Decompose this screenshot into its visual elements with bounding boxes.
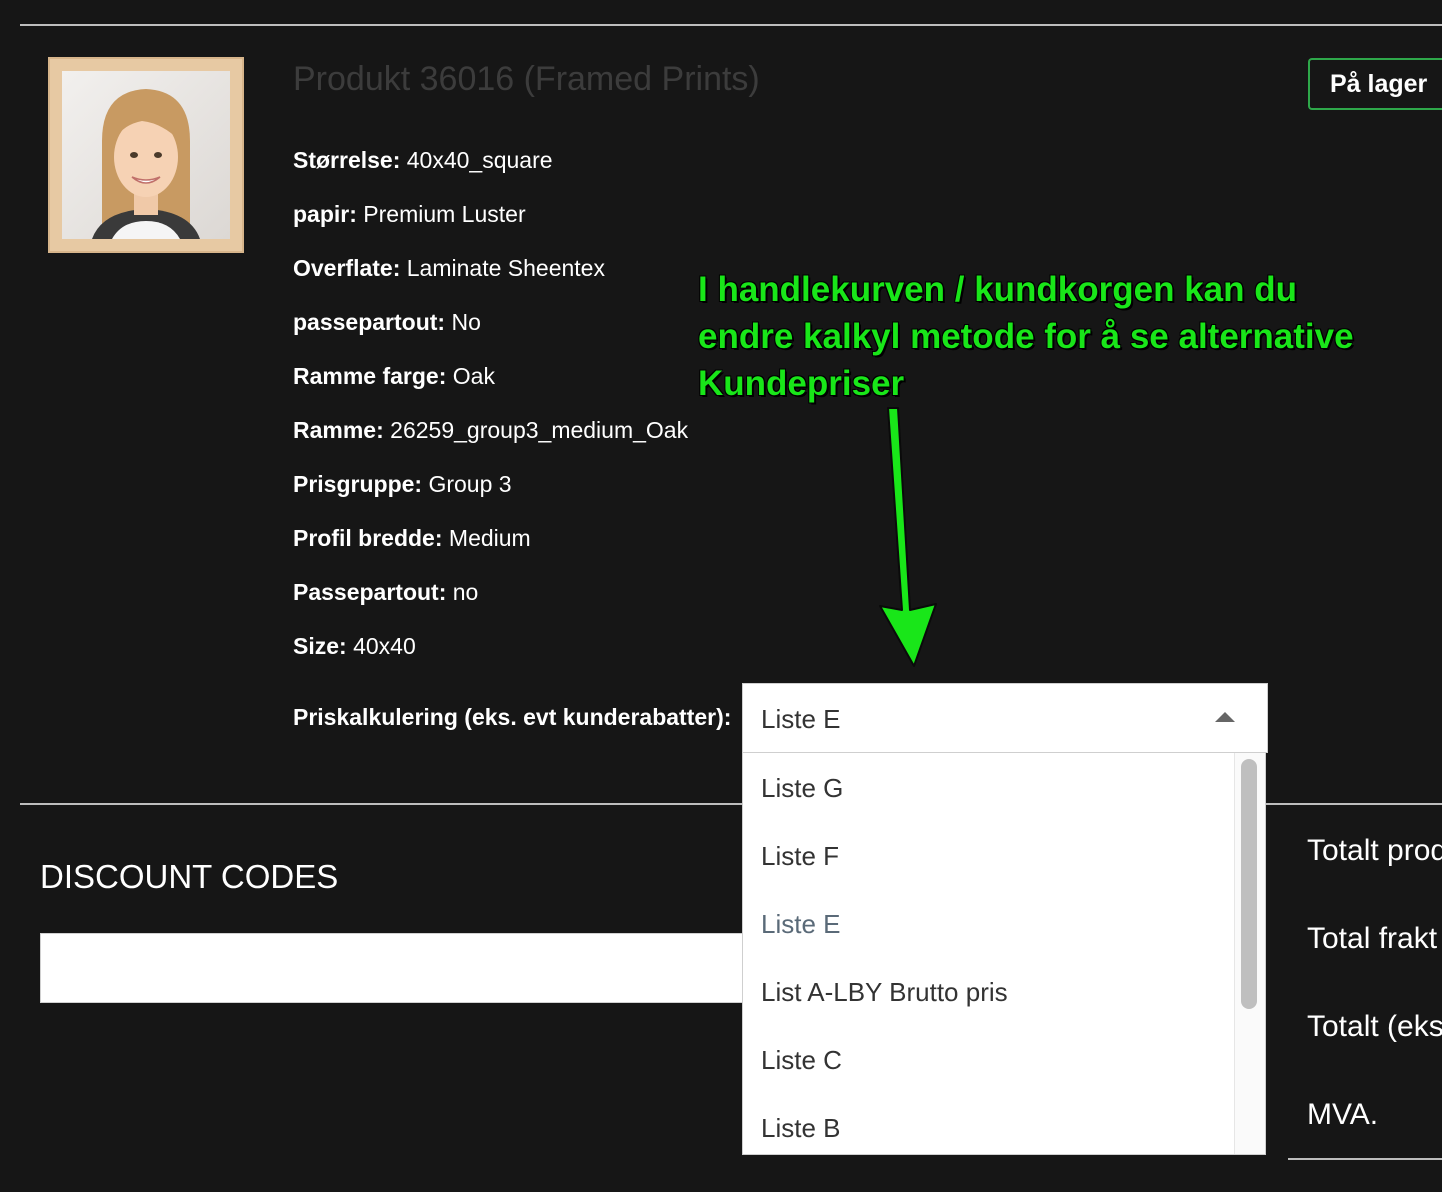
scrollbar-thumb[interactable] (1241, 759, 1257, 1009)
attribute-value: Premium Luster (363, 201, 526, 227)
attribute-value: 40x40 (353, 633, 416, 659)
dropdown-option-liste-f[interactable]: Liste F (761, 841, 839, 872)
attribute-size-2: Size: 40x40 (293, 633, 416, 660)
total-shipping-label: Total frakt (1307, 922, 1438, 955)
stock-status-badge: På lager (1308, 58, 1442, 110)
price-list-select[interactable]: Liste E (742, 683, 1268, 753)
caret-up-icon (1215, 712, 1235, 722)
vat-label: MVA. (1307, 1098, 1379, 1131)
attribute-value: Oak (452, 363, 495, 389)
attribute-label: Profil bredde: (293, 525, 443, 551)
portrait-image (62, 71, 230, 239)
total-products-label: Totalt prod (1307, 834, 1442, 867)
annotation-line: endre kalkyl metode for å se alternative (698, 317, 1354, 356)
attribute-value: Group 3 (428, 471, 512, 497)
product-thumbnail[interactable] (48, 57, 244, 253)
attribute-passepartout: passepartout: No (293, 309, 481, 336)
dropdown-option-liste-e[interactable]: Liste E (761, 909, 841, 940)
attribute-frame-color: Ramme farge: Oak (293, 363, 495, 390)
attribute-label: Ramme: (293, 417, 384, 443)
attribute-label: Prisgruppe: (293, 471, 423, 497)
attribute-paper: papir: Premium Luster (293, 201, 526, 228)
attribute-value: Medium (448, 525, 531, 551)
attribute-label: Size: (293, 633, 347, 659)
section-divider-right (1266, 803, 1442, 805)
top-divider (20, 24, 1442, 26)
attribute-label: papir: (293, 201, 357, 227)
discount-codes-title: DISCOUNT CODES (40, 858, 339, 895)
total-ex-vat-label: Totalt (eks (1307, 1010, 1442, 1043)
discount-code-input[interactable] (40, 933, 744, 1003)
attribute-value: Laminate Sheentex (406, 255, 605, 281)
totals-divider (1288, 1158, 1442, 1160)
attribute-price-group: Prisgruppe: Group 3 (293, 471, 512, 498)
attribute-surface: Overflate: Laminate Sheentex (293, 255, 605, 282)
attribute-value: no (452, 579, 479, 605)
attribute-value: No (451, 309, 481, 335)
attribute-value: 26259_group3_medium_Oak (390, 417, 689, 443)
attribute-label: Ramme farge: (293, 363, 447, 389)
selected-price-list: Liste E (761, 704, 841, 734)
annotation-line: I handlekurven / kundkorgen kan du (698, 270, 1297, 309)
attribute-value: 40x40_square (406, 147, 553, 173)
section-divider-left (20, 803, 742, 805)
dropdown-option-list-a-lby[interactable]: List A-LBY Brutto pris (761, 977, 1008, 1008)
dropdown-option-liste-c[interactable]: Liste C (761, 1045, 842, 1076)
attribute-label: Passepartout: (293, 579, 447, 605)
annotation-line: Kundepriser (698, 364, 905, 403)
dropdown-option-liste-b[interactable]: Liste B (761, 1113, 841, 1144)
dropdown-scrollbar[interactable] (1234, 753, 1265, 1154)
price-calculation-label: Priskalkulering (eks. evt kunderabatter)… (293, 704, 732, 730)
dropdown-option-liste-g[interactable]: Liste G (761, 773, 843, 804)
attribute-profile-width: Profil bredde: Medium (293, 525, 531, 552)
attribute-label: Overflate: (293, 255, 401, 281)
attribute-passepartout-2: Passepartout: no (293, 579, 478, 606)
price-list-dropdown[interactable]: Liste G Liste F Liste E List A-LBY Brutt… (742, 753, 1266, 1155)
annotation-text: I handlekurven / kundkorgen kan du endre… (698, 266, 1418, 407)
attribute-frame: Ramme: 26259_group3_medium_Oak (293, 417, 688, 444)
attribute-size: Størrelse: 40x40_square (293, 147, 553, 174)
arrow-down-icon (879, 407, 937, 667)
attribute-label: Størrelse: (293, 147, 401, 173)
product-title: Produkt 36016 (Framed Prints) (293, 60, 760, 98)
attribute-label: passepartout: (293, 309, 446, 335)
